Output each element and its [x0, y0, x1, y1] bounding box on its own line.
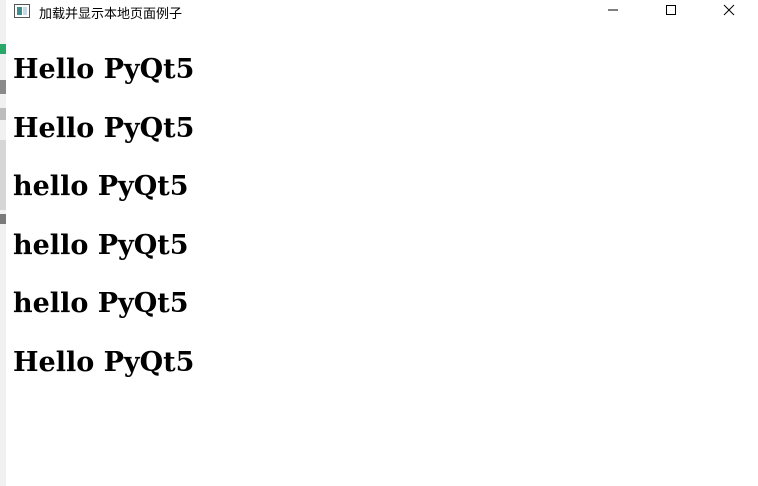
heading-line: hello PyQt5	[13, 288, 189, 319]
close-icon	[723, 3, 735, 21]
minimize-icon	[607, 3, 619, 21]
minimize-button[interactable]	[584, 0, 642, 24]
maximize-icon	[665, 3, 677, 21]
close-button[interactable]	[700, 0, 758, 24]
window-title: 加载并显示本地页面例子	[39, 7, 183, 22]
title-bar[interactable]: 加载并显示本地页面例子	[6, 0, 758, 24]
window-app-icon	[14, 4, 30, 18]
heading-line: hello PyQt5	[13, 171, 189, 202]
app-window: 加载并显示本地页面例子 Hello PyQt5 Hello PyQt5 hell…	[0, 0, 758, 486]
heading-line: hello PyQt5	[13, 230, 189, 261]
web-view: Hello PyQt5 Hello PyQt5 hello PyQt5 hell…	[6, 24, 758, 486]
heading-line: Hello PyQt5	[13, 347, 195, 378]
heading-line: Hello PyQt5	[13, 54, 195, 85]
heading-line: Hello PyQt5	[13, 113, 195, 144]
maximize-button[interactable]	[642, 0, 700, 24]
